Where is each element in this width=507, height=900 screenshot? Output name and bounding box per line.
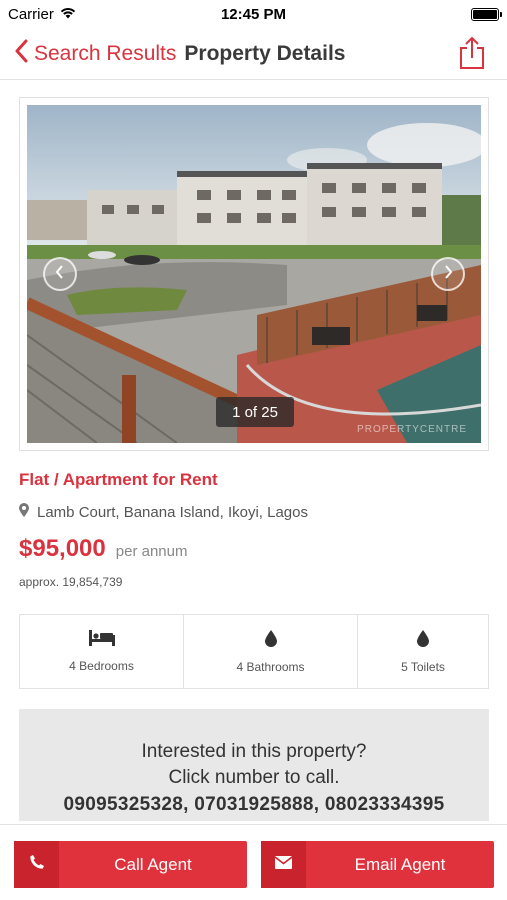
back-button-label: Search Results	[34, 41, 177, 65]
phone-icon	[29, 855, 44, 874]
property-photo-scene	[27, 105, 481, 443]
property-photo[interactable]: 1 of 25 PROPERTYCENTRE	[27, 105, 481, 443]
feature-label: 4 Bathrooms	[236, 659, 305, 674]
map-pin-icon	[19, 503, 29, 521]
wifi-icon	[60, 6, 76, 23]
photo-gallery: 1 of 25 PROPERTYCENTRE	[19, 97, 489, 451]
chevron-left-icon	[54, 264, 66, 284]
chevron-left-icon	[14, 39, 28, 69]
call-agent-label: Call Agent	[114, 854, 192, 874]
previous-photo-button[interactable]	[43, 257, 77, 291]
price-approx: approx. 19,854,739	[19, 575, 123, 589]
listing-title: Flat / Apartment for Rent	[19, 470, 218, 489]
water-drop-icon	[264, 629, 277, 652]
feature-toilets: 5 Toilets	[358, 615, 488, 688]
contact-phone-numbers[interactable]: 09095325328, 07031925888, 08023334395	[19, 791, 489, 819]
feature-label: 5 Toilets	[401, 659, 445, 674]
email-agent-button[interactable]: Email Agent	[261, 841, 494, 888]
status-time: 12:45 PM	[220, 5, 287, 23]
photo-watermark: PROPERTYCENTRE	[357, 424, 467, 435]
water-drop-icon	[417, 629, 429, 652]
contact-box: Interested in this property? Click numbe…	[19, 709, 489, 821]
back-button[interactable]: Search Results	[14, 39, 176, 69]
bed-icon	[88, 630, 115, 651]
feature-bathrooms: 4 Bathrooms	[184, 615, 358, 688]
feature-bedrooms: 4 Bedrooms	[20, 615, 184, 688]
address-text: Lamb Court, Banana Island, Ikoyi, Lagos	[37, 503, 308, 521]
battery-icon	[471, 7, 502, 21]
email-agent-label: Email Agent	[354, 854, 446, 874]
photo-counter: 1 of 25	[216, 397, 294, 427]
listing-address: Lamb Court, Banana Island, Ikoyi, Lagos	[19, 503, 308, 521]
price: $95,000	[19, 535, 106, 562]
chevron-right-icon	[442, 264, 454, 284]
navigation-bar: Search Results Property Details	[0, 28, 507, 80]
next-photo-button[interactable]	[431, 257, 465, 291]
feature-grid: 4 Bedrooms 4 Bathrooms 5 Toilets	[19, 614, 489, 689]
share-button[interactable]	[457, 36, 487, 70]
envelope-icon	[274, 855, 293, 874]
price-period: per annum	[115, 543, 188, 560]
feature-label: 4 Bedrooms	[69, 659, 134, 673]
contact-instruction: Click number to call.	[168, 767, 340, 788]
contact-prompt: Interested in this property?	[141, 741, 367, 762]
share-icon	[457, 36, 487, 74]
bottom-action-bar: Call Agent Email Agent	[0, 824, 507, 900]
carrier-label: Carrier	[8, 5, 54, 23]
status-bar: Carrier 12:45 PM	[0, 0, 507, 28]
call-agent-button[interactable]: Call Agent	[14, 841, 247, 888]
price-row: $95,000 per annum	[19, 535, 187, 563]
page-title: Property Details	[184, 41, 346, 65]
